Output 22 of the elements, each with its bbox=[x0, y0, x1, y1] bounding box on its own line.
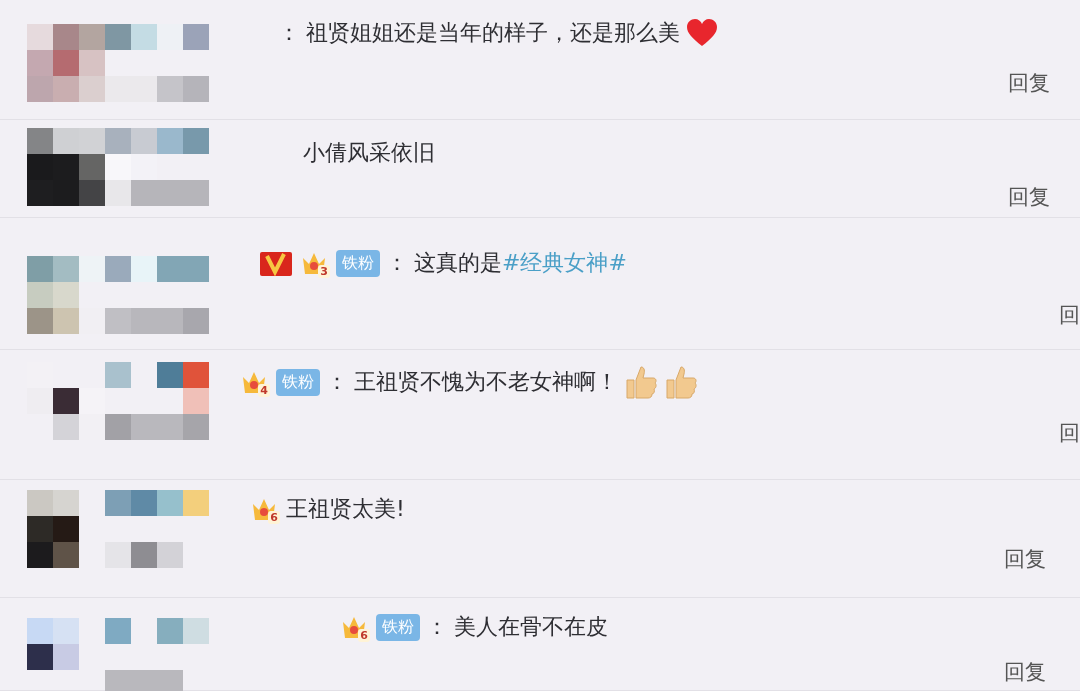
reply-link[interactable]: 回 bbox=[1059, 419, 1080, 447]
comment-text: 王祖贤太美! bbox=[286, 495, 405, 523]
fan-tag: 铁粉 bbox=[376, 613, 420, 641]
thumbs-up-icon bbox=[664, 364, 698, 400]
comment-text: 祖贤姐姐还是当年的样子，还是那么美 bbox=[306, 19, 680, 47]
reply-link[interactable]: 回复 bbox=[1008, 183, 1050, 211]
comment-text: 美人在骨不在皮 bbox=[454, 613, 608, 641]
colon: ： bbox=[278, 19, 300, 47]
colon: ： bbox=[426, 613, 448, 641]
fan-tag: 铁粉 bbox=[276, 368, 320, 396]
reply-link[interactable]: 回 bbox=[1059, 301, 1080, 329]
heart-icon bbox=[686, 18, 718, 48]
fan-tag: 铁粉 bbox=[336, 249, 380, 277]
reply-link[interactable]: 回复 bbox=[1008, 69, 1050, 97]
reply-link[interactable]: 回复 bbox=[1004, 545, 1046, 573]
comment-text: 这真的是#经典女神# bbox=[414, 249, 627, 277]
thumbs-up-icon bbox=[624, 364, 658, 400]
colon: ： bbox=[386, 249, 408, 277]
comment-text: 小倩风采依旧 bbox=[303, 139, 435, 167]
reply-link[interactable]: 回复 bbox=[1004, 658, 1046, 686]
colon: ： bbox=[326, 368, 348, 396]
comment-text: 王祖贤不愧为不老女神啊！ bbox=[354, 368, 618, 396]
